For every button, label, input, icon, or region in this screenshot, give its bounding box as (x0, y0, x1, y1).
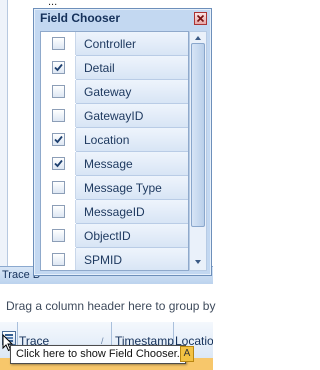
field-label: ObjectID (84, 229, 131, 243)
field-label-cell: Message Type (76, 176, 188, 200)
field-checkbox[interactable] (52, 109, 65, 122)
field-checkbox-cell (41, 224, 76, 247)
field-checkbox-cell (41, 32, 76, 55)
field-checkbox-cell (41, 56, 76, 79)
left-gutter (0, 0, 8, 268)
close-icon (196, 14, 205, 23)
field-chooser-title: Field Chooser (40, 11, 121, 25)
field-checkbox[interactable] (52, 205, 65, 218)
field-list: Controller Detail Gateway GatewayID Location… (40, 31, 189, 271)
row-indicator-badge: A (180, 346, 194, 362)
field-row[interactable]: Gateway (41, 80, 188, 104)
field-checkbox[interactable] (52, 85, 65, 98)
field-row[interactable]: Controller (41, 32, 188, 56)
field-label-cell: SPMID (76, 248, 188, 270)
field-checkbox-cell (41, 176, 76, 199)
scroll-up-icon[interactable] (193, 34, 203, 42)
field-row[interactable]: GatewayID (41, 104, 188, 128)
field-label-cell: Gateway (76, 80, 188, 104)
field-label: GatewayID (84, 109, 144, 123)
field-checkbox-cell (41, 152, 76, 175)
field-row[interactable]: Message Type (41, 176, 188, 200)
field-chooser-tooltip: Click here to show Field Chooser. (10, 345, 186, 364)
field-row[interactable]: SPMID (41, 248, 188, 270)
field-checkbox[interactable] (52, 133, 65, 146)
field-checkbox-cell (41, 248, 76, 270)
field-checkbox[interactable] (52, 253, 65, 266)
field-label-cell: GatewayID (76, 104, 188, 128)
field-checkbox[interactable] (52, 157, 65, 170)
scroll-down-icon[interactable] (193, 258, 203, 266)
field-label-cell: Controller (76, 32, 188, 56)
field-label: MessageID (84, 205, 145, 219)
field-checkbox[interactable] (52, 37, 65, 50)
group-by-area[interactable]: Drag a column header here to group by (0, 284, 216, 323)
field-row[interactable]: Detail (41, 56, 188, 80)
field-label: Location (84, 133, 130, 147)
field-label-cell: ObjectID (76, 224, 188, 248)
group-by-hint: Drag a column header here to group by (6, 299, 216, 313)
field-label-cell: Location (76, 128, 188, 152)
checkmark-icon (54, 159, 63, 168)
field-chooser-window: Field Chooser Controller Detail Gateway Gat… (33, 8, 212, 276)
field-checkbox[interactable] (52, 181, 65, 194)
field-list-scrollbar[interactable] (189, 31, 207, 271)
background-top-text: ... (48, 0, 58, 8)
checkmark-icon (54, 63, 63, 72)
field-checkbox-cell (41, 200, 76, 223)
field-label: Controller (84, 37, 137, 51)
field-label-cell: Message (76, 152, 188, 176)
field-label: Message (84, 157, 133, 171)
field-label-cell: MessageID (76, 200, 188, 224)
field-label: Message Type (84, 181, 162, 195)
field-row[interactable]: ObjectID (41, 224, 188, 248)
field-checkbox[interactable] (52, 229, 65, 242)
field-row[interactable]: MessageID (41, 200, 188, 224)
field-checkbox[interactable] (52, 61, 65, 74)
field-label-cell: Detail (76, 56, 188, 80)
field-row[interactable]: Message (41, 152, 188, 176)
field-label: Gateway (84, 85, 132, 99)
field-label: Detail (84, 61, 115, 75)
close-button[interactable] (194, 12, 207, 25)
field-checkbox-cell (41, 80, 76, 103)
field-row[interactable]: Location (41, 128, 188, 152)
scrollbar-thumb[interactable] (191, 43, 205, 227)
field-checkbox-cell (41, 128, 76, 151)
field-label: SPMID (84, 253, 123, 267)
field-checkbox-cell (41, 104, 76, 127)
checkmark-icon (54, 135, 63, 144)
